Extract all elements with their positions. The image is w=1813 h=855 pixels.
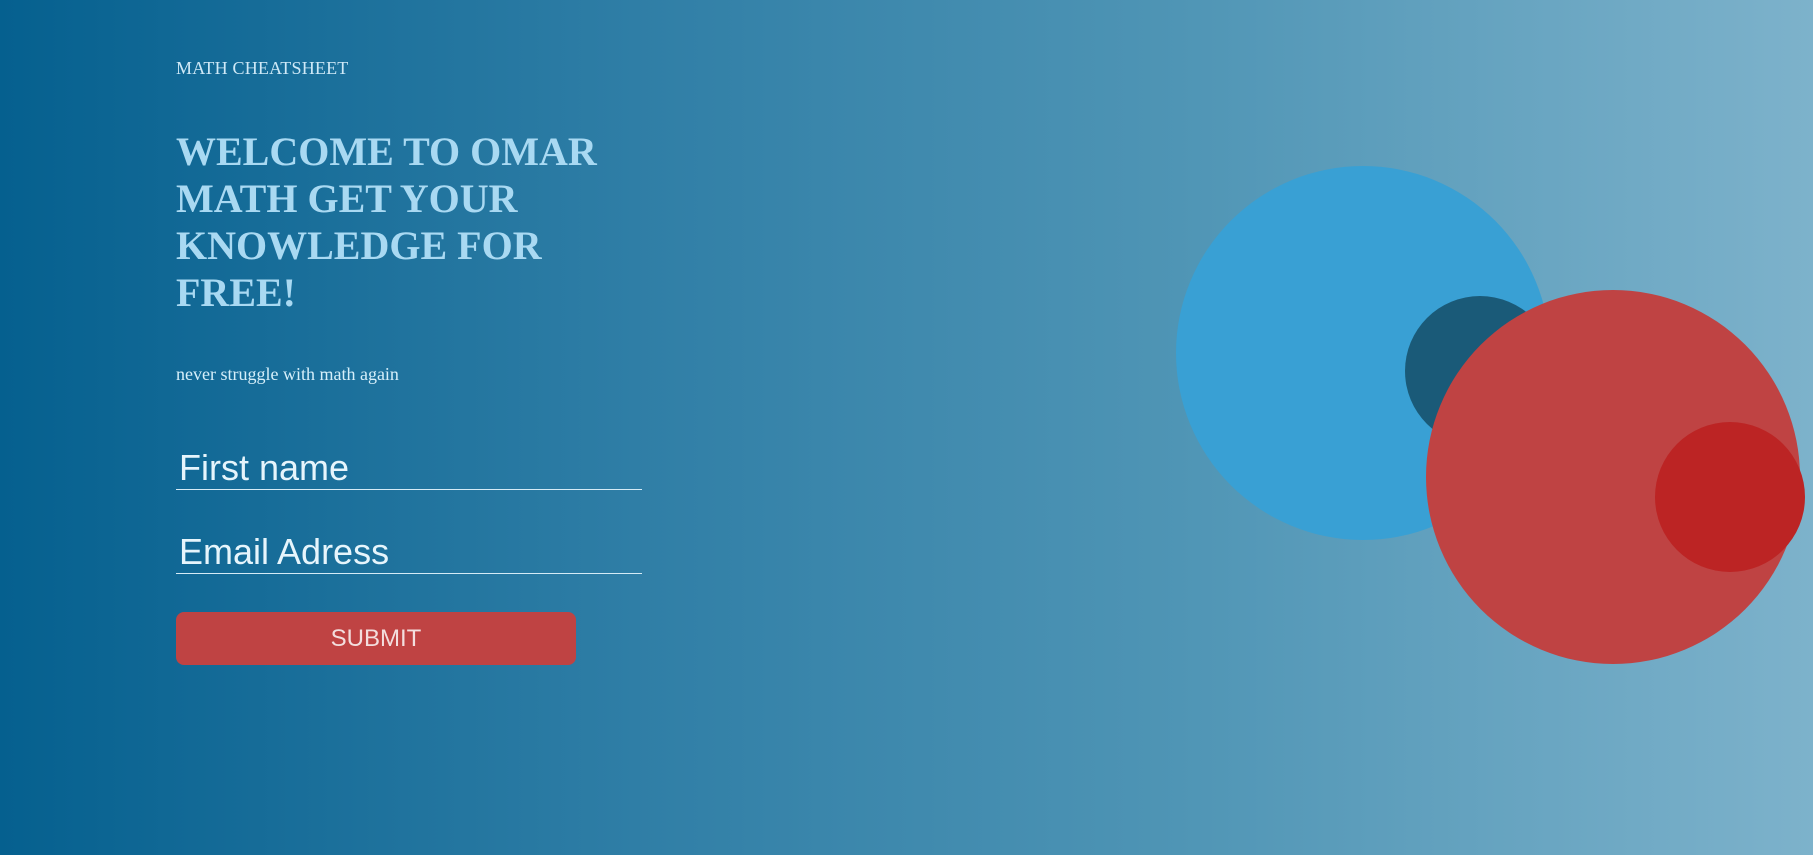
decorative-circles	[1100, 140, 1813, 700]
email-field	[176, 530, 645, 574]
small-red-circle	[1655, 422, 1805, 572]
email-input[interactable]	[176, 530, 645, 573]
brand-title: MATH CHEATSHEET	[176, 58, 349, 78]
hero-subtitle: never struggle with math again	[176, 364, 399, 384]
hero-title: WELCOME TO OMAR MATH GET YOUR KNOWLEDGE …	[176, 129, 597, 315]
first-name-field	[176, 446, 645, 490]
submit-button[interactable]: SUBMIT	[176, 612, 576, 665]
first-name-input[interactable]	[176, 446, 645, 489]
